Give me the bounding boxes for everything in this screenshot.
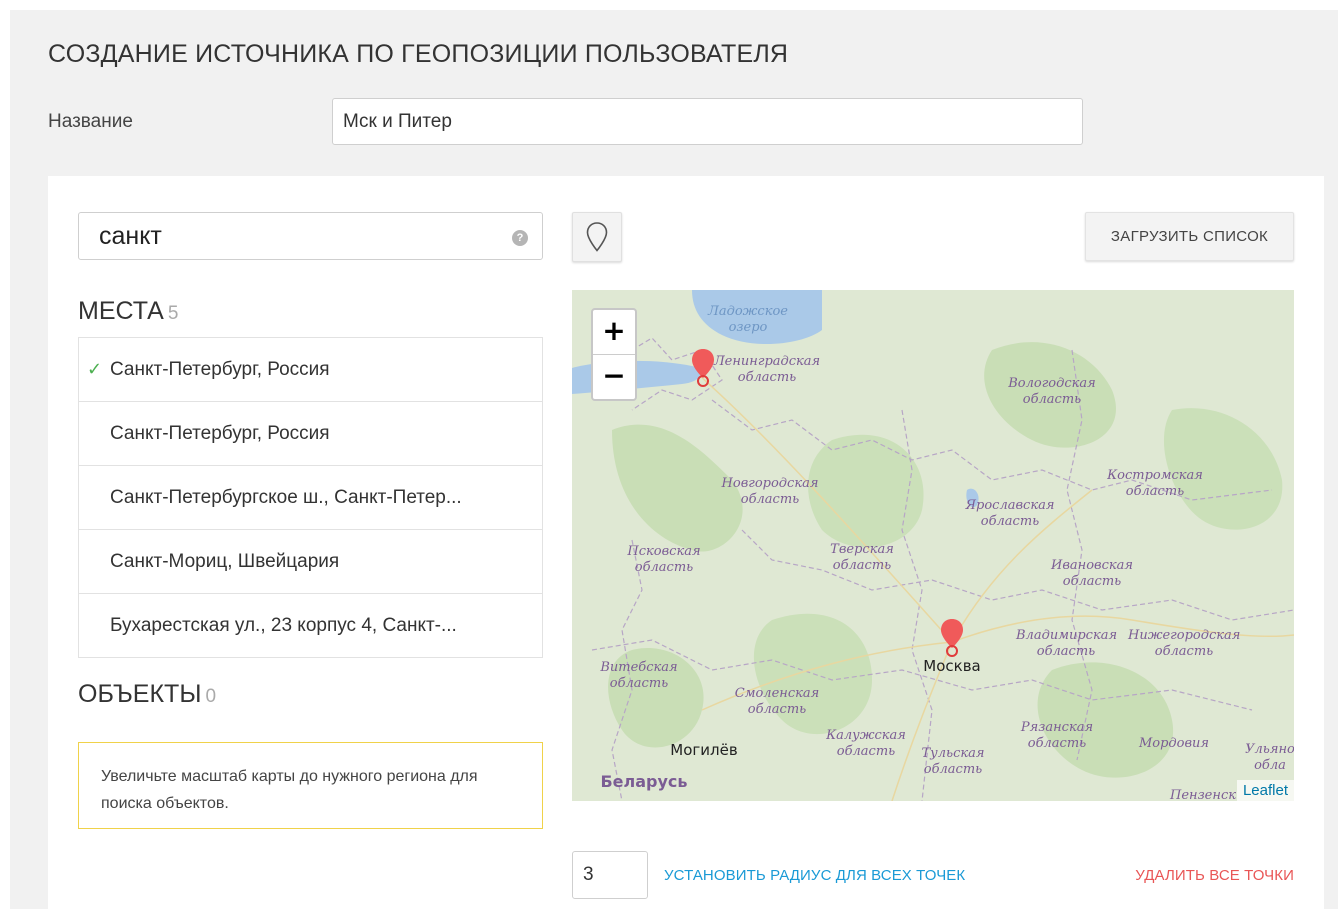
list-item[interactable]: Санкт-Мориц, Швейцария [79,530,542,594]
map-marker-spb[interactable] [690,348,716,388]
map-label-ulyan: Ульяно обла [1245,742,1294,773]
places-list: ✓ Санкт-Петербург, Россия Санкт-Петербур… [78,337,543,658]
map-label-vitebsk: Витебская область [600,660,678,691]
objects-heading-label: ОБЪЕКТЫ [78,680,202,708]
place-search-input[interactable] [79,213,499,259]
check-icon: ✓ [87,359,103,379]
load-list-button[interactable]: ЗАГРУЗИТЬ СПИСОК [1085,212,1294,261]
map-label-mogilev: Могилёв [670,741,738,759]
map-label-mordovia: Мордовия [1138,736,1210,751]
map-pin-outline-icon [586,222,608,252]
question-circle-icon[interactable]: ? [512,230,528,246]
page-title: СОЗДАНИЕ ИСТОЧНИКА ПО ГЕОПОЗИЦИИ ПОЛЬЗОВ… [48,40,789,68]
map[interactable]: + − Ладожское озеро Ленинградская област… [572,290,1294,801]
map-marker-moscow[interactable] [939,618,965,658]
list-item[interactable]: Санкт-Петербург, Россия [79,402,542,466]
map-label-vologda: Вологодская область [1008,376,1096,407]
map-label-pskov: Псковская область [627,544,701,575]
objects-count: 0 [205,686,217,707]
zoom-in-button[interactable]: + [593,310,635,354]
map-label-vladimir: Владимирская область [1016,628,1118,659]
map-label-penza: Пензенск [1170,788,1236,801]
map-label-smolensk: Смоленская область [734,686,820,717]
map-label-ivanovo: Ивановская область [1050,558,1133,589]
map-label-tula: Тульская область [921,746,985,777]
delete-all-points-link[interactable]: УДАЛИТЬ ВСЕ ТОЧКИ [1135,867,1294,884]
place-label: Санкт-Петербург, Россия [110,423,330,444]
set-radius-link[interactable]: УСТАНОВИТЬ РАДИУС ДЛЯ ВСЕХ ТОЧЕК [664,867,965,884]
zoom-out-button[interactable]: − [593,354,635,398]
map-label-kaluga: Калужская область [826,728,906,759]
radius-input[interactable] [572,851,648,899]
list-item[interactable]: ✓ Санкт-Петербург, Россия [79,338,542,402]
place-label: Санкт-Петербургское ш., Санкт-Петер... [110,487,462,508]
place-label: Санкт-Мориц, Швейцария [110,551,340,572]
name-label: Название [48,111,133,132]
map-label-leningrad: Ленинградская область [713,354,821,385]
map-label-ladoga: Ладожское озеро [707,304,788,335]
place-search-box[interactable]: ? [78,212,543,260]
list-item[interactable]: Санкт-Петербургское ш., Санкт-Петер... [79,466,542,530]
place-label: Санкт-Петербург, Россия [110,359,330,380]
map-label-yaroslavl: Ярославская область [965,498,1055,529]
map-label-nizhny: Нижегородская область [1128,628,1241,659]
map-label-kostroma: Костромская область [1107,468,1203,499]
places-count: 5 [167,303,179,324]
objects-heading: ОБЪЕКТЫ 0 [78,680,216,709]
name-input[interactable] [332,98,1083,145]
zoom-control: + − [591,308,637,401]
zoom-notice: Увеличьте масштаб карты до нужного регио… [78,742,543,829]
places-heading: МЕСТА 5 [78,297,178,326]
list-item[interactable]: Бухарестская ул., 23 корпус 4, Санкт-... [79,594,542,658]
map-label-novgorod: Новгородская область [721,476,819,507]
map-label-moscow: Москва [923,657,981,675]
map-label-belarus: Беларусь [600,772,688,791]
map-label-tver: Тверская область [830,542,894,573]
add-pin-button[interactable] [572,212,622,262]
place-label: Бухарестская ул., 23 корпус 4, Санкт-... [110,615,457,636]
places-heading-label: МЕСТА [78,297,164,325]
map-label-ryazan: Рязанская область [1020,720,1094,751]
map-attribution-link[interactable]: Leaflet [1236,780,1294,801]
